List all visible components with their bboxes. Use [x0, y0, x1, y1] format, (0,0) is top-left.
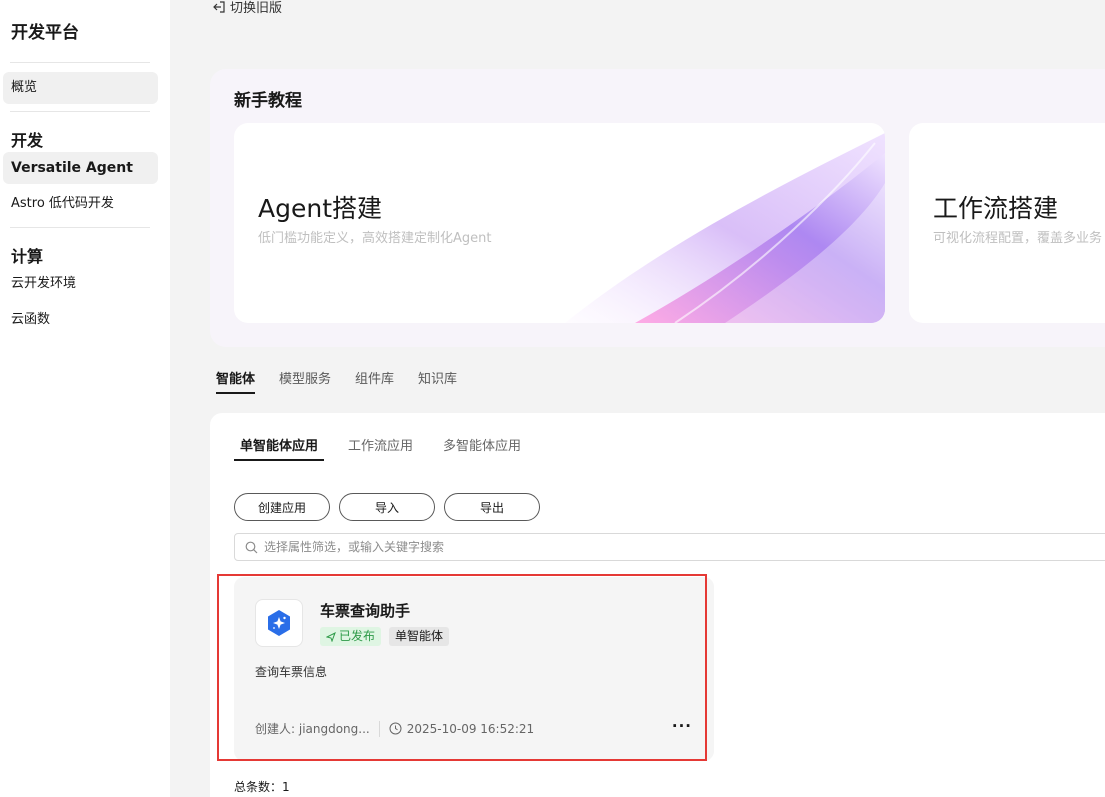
- sidebar-item-cloud-env[interactable]: 云开发环境: [3, 268, 158, 300]
- sidebar: 开发平台 概览 开发 Versatile Agent Astro 低代码开发 计…: [0, 0, 170, 797]
- meta-divider: [378, 720, 380, 737]
- subtab-multi-agent[interactable]: 多智能体应用: [437, 435, 527, 461]
- tutorial-card-workflow[interactable]: 工作流搭建 可视化流程配置，覆盖多业务: [909, 123, 1105, 323]
- agent-creator: 创建人: jiangdong...: [255, 722, 370, 736]
- search-bar: [234, 533, 1105, 561]
- tutorial-card-title: Agent搭建: [258, 194, 382, 223]
- brand-title: 开发平台: [11, 23, 79, 43]
- divider: [10, 111, 150, 112]
- create-app-button[interactable]: 创建应用: [234, 493, 330, 521]
- agent-badges: 已发布 单智能体: [320, 627, 450, 646]
- import-button[interactable]: 导入: [339, 493, 435, 521]
- sidebar-item-versatile-agent[interactable]: Versatile Agent: [3, 152, 158, 184]
- search-input[interactable]: [264, 540, 1064, 554]
- status-badge: 已发布: [320, 627, 382, 646]
- divider: [10, 62, 150, 63]
- type-badge: 单智能体: [389, 627, 450, 646]
- sidebar-item-overview[interactable]: 概览: [3, 72, 158, 104]
- tutorial-section: 新手教程 Agent搭建 低门槛功能定义，高效搭建定制化Agent 工作流搭建 …: [210, 69, 1105, 347]
- sidebar-item-cloud-func[interactable]: 云函数: [3, 304, 158, 336]
- tab-model-service[interactable]: 模型服务: [279, 368, 331, 394]
- tutorial-card-desc: 可视化流程配置，覆盖多业务: [933, 231, 1103, 246]
- switch-old-label: 切换旧版: [230, 1, 283, 16]
- agent-name: 车票查询助手: [320, 602, 411, 620]
- tutorial-card-title: 工作流搭建: [933, 194, 1059, 223]
- tutorial-card-desc: 低门槛功能定义，高效搭建定制化Agent: [258, 231, 492, 246]
- subtab-workflow[interactable]: 工作流应用: [342, 435, 419, 461]
- tutorial-card-agent[interactable]: Agent搭建 低门槛功能定义，高效搭建定制化Agent: [234, 123, 885, 323]
- clock-icon: [389, 722, 402, 735]
- send-icon: [326, 631, 336, 642]
- sidebar-item-astro[interactable]: Astro 低代码开发: [3, 188, 158, 220]
- tutorial-title: 新手教程: [234, 91, 302, 111]
- switch-icon: [213, 0, 225, 13]
- decorative-wave-image: [565, 133, 885, 323]
- total-count: 总条数：1: [234, 780, 290, 794]
- sub-tabs: 单智能体应用 工作流应用 多智能体应用: [234, 435, 527, 461]
- agent-sparkle-icon: [268, 610, 290, 636]
- tab-component-library[interactable]: 组件库: [355, 368, 394, 394]
- switch-old-version-link[interactable]: 切换旧版: [212, 0, 282, 16]
- agent-meta: 创建人: jiangdong... 2025-10-09 16:52:21: [255, 720, 534, 737]
- agent-card[interactable]: 车票查询助手 已发布 单智能体 查询车票信息 创建人: jiangdong...…: [234, 577, 714, 761]
- search-icon: [245, 541, 258, 553]
- sidebar-section-dev: 开发: [11, 131, 44, 150]
- agent-description: 查询车票信息: [255, 665, 328, 679]
- divider: [10, 227, 150, 228]
- agent-logo: [255, 599, 303, 647]
- agent-created-time: 2025-10-09 16:52:21: [406, 721, 535, 736]
- more-options-button[interactable]: ···: [672, 717, 692, 735]
- sidebar-section-compute: 计算: [11, 247, 44, 266]
- tab-knowledge-base[interactable]: 知识库: [418, 368, 457, 394]
- subtab-single-agent[interactable]: 单智能体应用: [234, 435, 325, 461]
- main-tabs: 智能体 模型服务 组件库 知识库: [216, 368, 457, 394]
- status-label: 已发布: [339, 629, 376, 643]
- action-buttons: 创建应用 导入 导出: [234, 493, 540, 521]
- tab-agents[interactable]: 智能体: [216, 368, 256, 394]
- export-button[interactable]: 导出: [444, 493, 540, 521]
